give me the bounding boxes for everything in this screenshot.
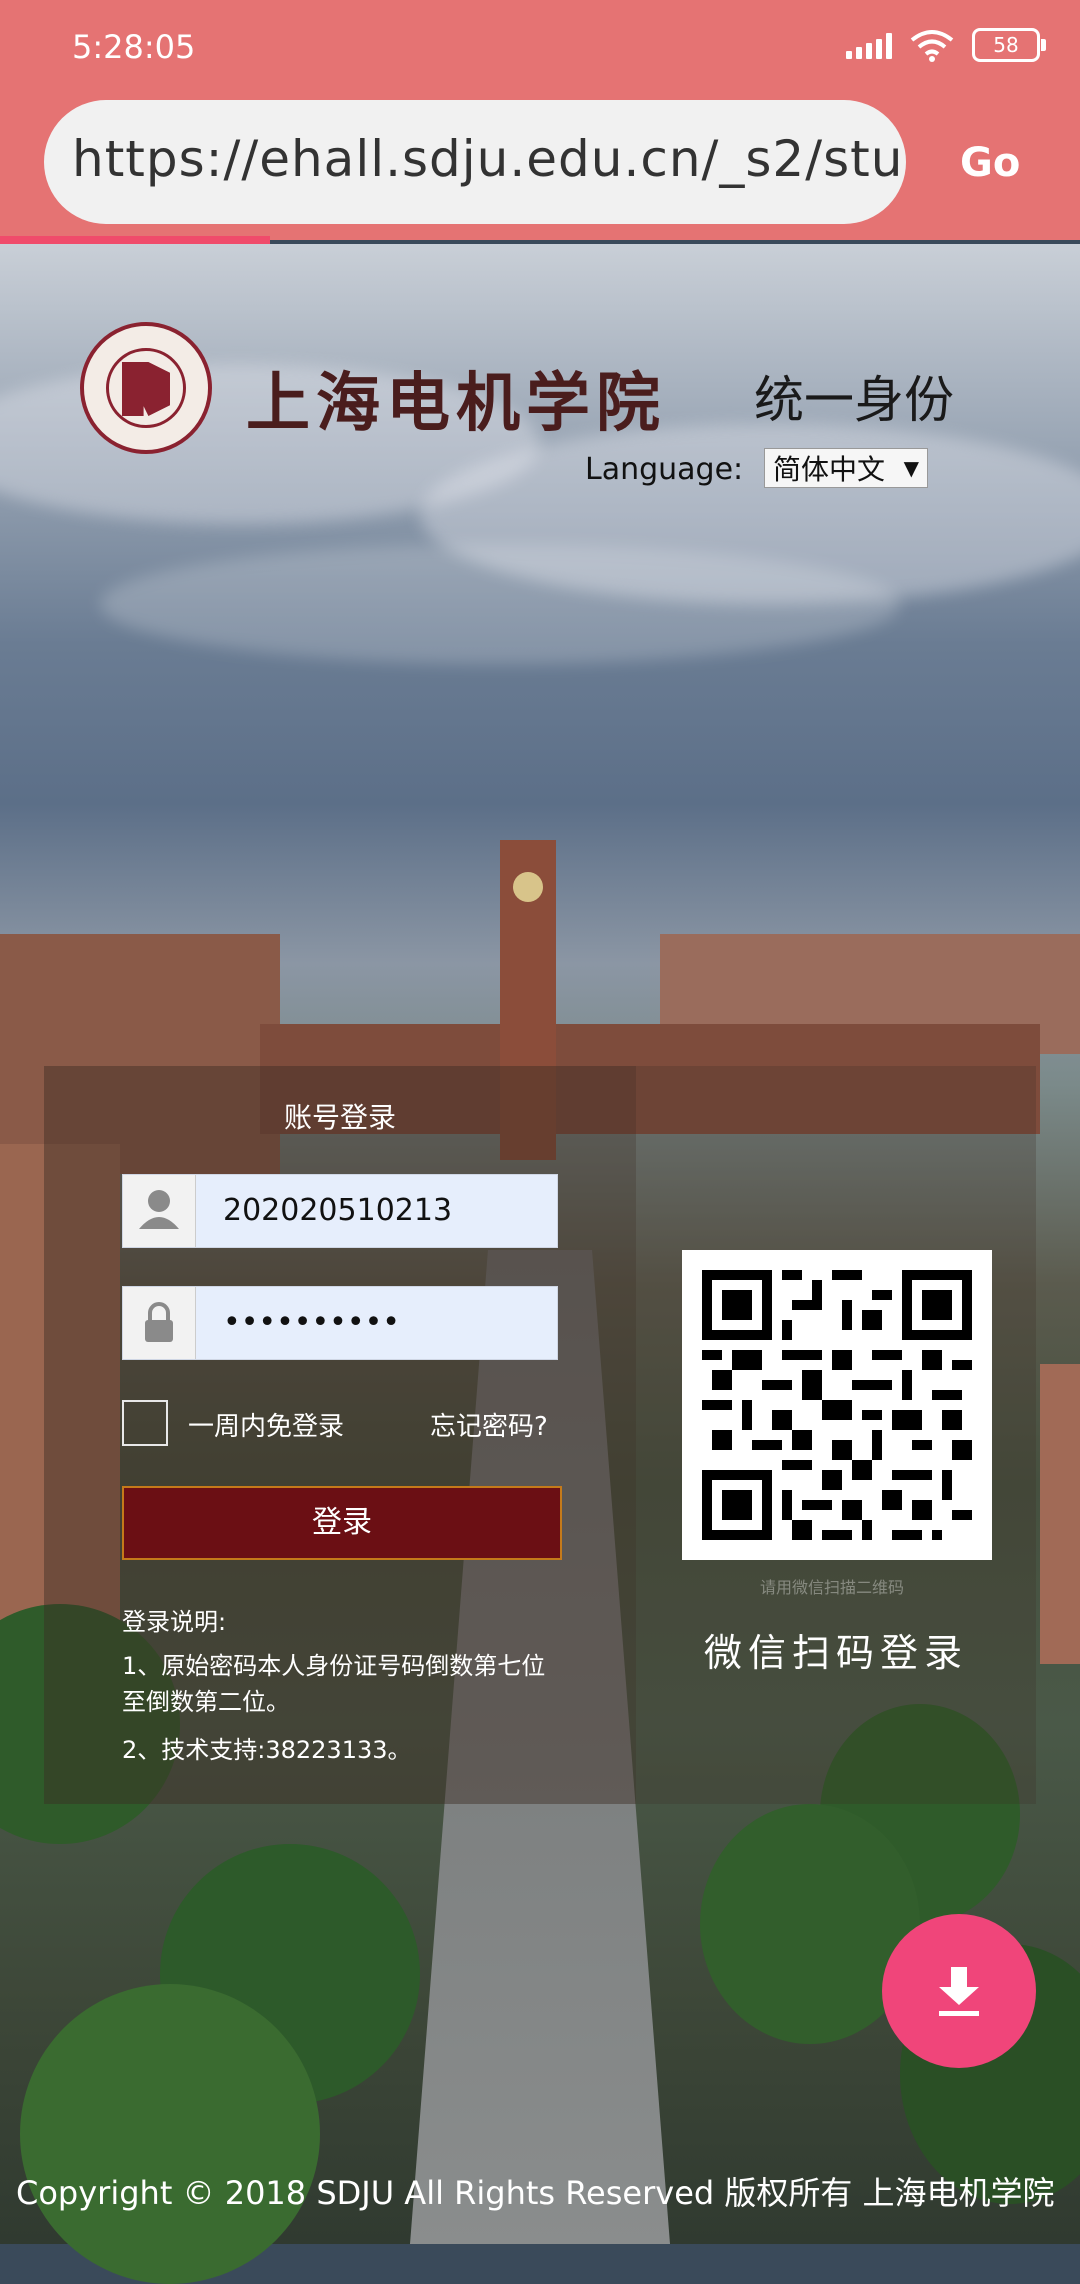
- qr-caption: 微信扫码登录: [704, 1631, 969, 1675]
- download-button[interactable]: [882, 1914, 1036, 2068]
- wechat-qr-code: [682, 1250, 992, 1560]
- note-2: 2、技术支持:38223133。: [122, 1736, 412, 1764]
- login-title: 账号登录: [284, 1101, 397, 1134]
- url-input[interactable]: https://ehall.sdju.edu.cn/_s2/stude: [44, 100, 906, 224]
- lock-icon: [123, 1287, 196, 1359]
- language-select[interactable]: 简体中文 ▼: [764, 448, 928, 488]
- status-time: 5:28:05: [72, 28, 196, 66]
- school-name: 上海电机学院: [246, 366, 666, 441]
- browser-chrome: 5:28:05 58 https://ehall.sdju.edu.cn/_s2…: [0, 0, 1080, 244]
- dropdown-arrow-icon: ▼: [903, 456, 919, 480]
- language-selected-value: 简体中文: [773, 453, 886, 486]
- battery-icon: 58: [972, 28, 1046, 62]
- load-progress-bar: [0, 236, 1080, 244]
- remember-checkbox[interactable]: [122, 1400, 168, 1446]
- qr-code-image: [702, 1270, 972, 1540]
- url-text: https://ehall.sdju.edu.cn/_s2/stude: [72, 130, 906, 188]
- password-value: ••••••••••: [223, 1305, 400, 1340]
- username-value: 202020510213: [223, 1193, 453, 1228]
- go-button[interactable]: Go: [960, 140, 1020, 186]
- remember-label: 一周内免登录: [188, 1412, 345, 1442]
- status-icons: 58: [846, 28, 1046, 62]
- load-progress-fill: [0, 236, 270, 244]
- wifi-icon: [910, 30, 954, 62]
- qr-caption-small: 请用微信扫描二维码: [760, 1578, 905, 1597]
- footer-copyright: Copyright © 2018 SDJU All Rights Reserve…: [16, 2174, 1055, 2212]
- tower-clock: [513, 872, 543, 902]
- school-seal-logo: [80, 322, 212, 454]
- forgot-password-link[interactable]: 忘记密码?: [430, 1406, 548, 1443]
- user-icon: [123, 1175, 196, 1247]
- note-1: 1、原始密码本人身份证号码倒数第七位至倒数第二位。: [122, 1652, 546, 1716]
- download-icon: [939, 1967, 979, 2016]
- language-label: Language:: [585, 452, 744, 487]
- password-field[interactable]: ••••••••••: [122, 1286, 558, 1360]
- username-field[interactable]: 202020510213: [122, 1174, 558, 1248]
- signal-icon: [846, 31, 892, 59]
- notes-title: 登录说明:: [122, 1608, 227, 1636]
- system-title: 统一身份: [754, 371, 954, 429]
- login-button[interactable]: 登录: [122, 1486, 562, 1560]
